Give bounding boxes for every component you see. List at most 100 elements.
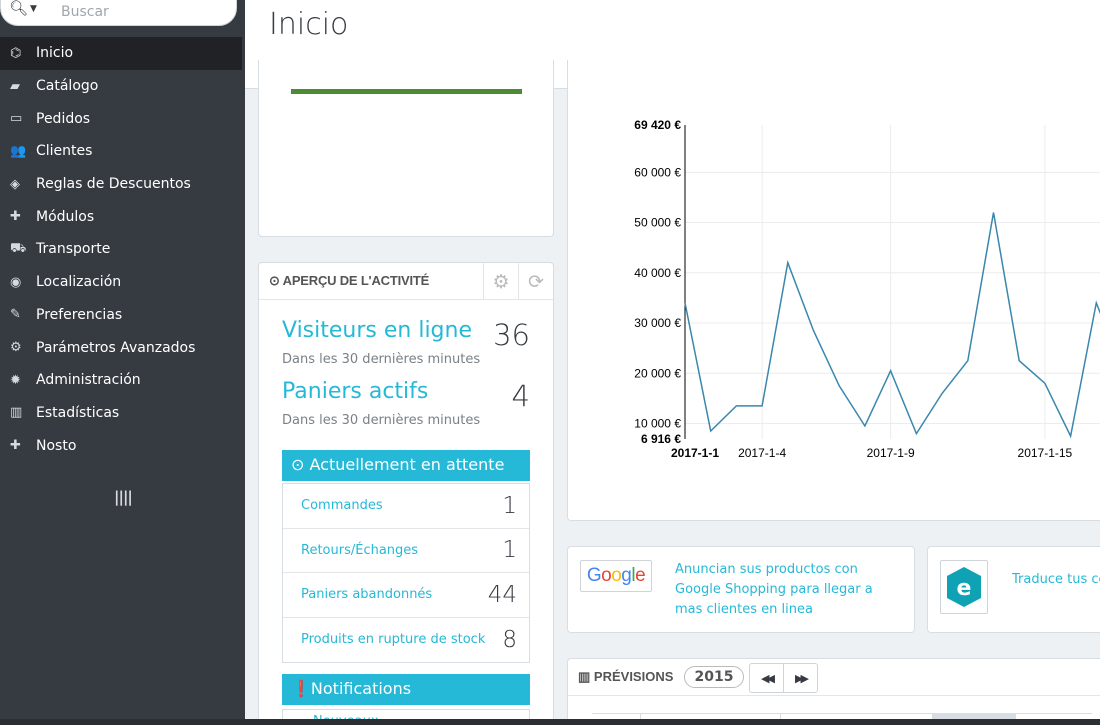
chart-x-tick-label: 2017-1-1	[671, 446, 719, 460]
activity-panel-header: ⊙ APERÇU DE L'ACTIVITÉ ⚙ ⟳	[259, 263, 553, 300]
book-icon: ▰	[10, 78, 20, 94]
notifications-section-header: ❗Notifications	[282, 674, 530, 705]
sidebar-item-9[interactable]: ⚙ Parámetros Avanzados	[0, 331, 245, 364]
pending-row-label: Commandes	[301, 498, 383, 514]
chart-x-tick-label: 2017-1-15	[1018, 446, 1073, 460]
chart-y-tick-label: 6 916 €	[641, 432, 681, 446]
visitors-online-value: 36	[493, 318, 530, 352]
activity-overview-panel: ⊙ APERÇU DE L'ACTIVITÉ ⚙ ⟳ Visiteurs en …	[258, 262, 554, 725]
chart-y-tick-label: 10 000 €	[634, 417, 681, 431]
sidebar-item-6[interactable]: ⛟ Transporte	[0, 233, 245, 266]
globe-icon: ◉	[10, 274, 22, 290]
search-input[interactable]	[61, 2, 221, 22]
search-box[interactable]: 🔍︎ ▼	[0, 0, 237, 26]
pending-section-header: ⊙ Actuellement en attente	[282, 450, 530, 481]
refresh-icon: ⟳	[528, 270, 544, 293]
sidebar-item-2[interactable]: ▭ Pedidos	[0, 102, 245, 135]
sidebar-item-label: Parámetros Avanzados	[36, 339, 196, 356]
sidebar-item-5[interactable]: ✚ Módulos	[0, 200, 245, 233]
clock-icon: ⊙	[269, 273, 280, 288]
pending-row-value: 8	[502, 626, 517, 653]
next-year-button[interactable]: ▶▶	[783, 663, 818, 693]
translation-logo-icon: e	[940, 560, 988, 614]
sidebar-item-12[interactable]: ✚ Nosto	[0, 429, 245, 462]
active-carts-subtitle: Dans les 30 dernières minutes	[282, 413, 481, 428]
forecast-panel-title: ▥ PRÉVISIONS	[578, 669, 674, 684]
active-carts-value: 4	[511, 379, 530, 413]
sidebar-item-label: Pedidos	[36, 110, 91, 127]
chart-y-tick-label: 20 000 €	[634, 366, 681, 380]
sidebar-item-label: Estadísticas	[36, 404, 120, 421]
tags-icon: ◈	[10, 176, 20, 192]
configure-button[interactable]: ⚙	[483, 263, 518, 300]
page-title: Inicio	[269, 7, 349, 42]
sidebar-item-label: Clientes	[36, 143, 93, 160]
sidebar-item-label: Nosto	[36, 437, 77, 454]
google-shopping-link[interactable]: Anuncian sus productos con Google Shoppi…	[675, 560, 895, 620]
sidebar-item-1[interactable]: ▰ Catálogo	[0, 70, 245, 103]
chart-y-tick-label: 69 420 €	[634, 118, 681, 132]
chart-x-tick-label: 2017-1-9	[867, 446, 915, 460]
search-icon[interactable]: 🔍︎ ▼	[9, 0, 37, 17]
bar-chart-icon: ▥	[10, 405, 23, 421]
main-nav: ⌬ Inicio ▰ Catálogo ▭ Pedidos 👥 Clientes ◈ Reglas…	[0, 37, 245, 462]
pending-row-value: 1	[502, 537, 517, 564]
sidebar-item-3[interactable]: 👥 Clientes	[0, 135, 245, 168]
wrench-icon: ✎	[10, 307, 21, 323]
sidebar-item-8[interactable]: ✎ Preferencias	[0, 299, 245, 332]
users-icon: 👥	[10, 143, 27, 159]
chart-y-tick-label: 60 000 €	[634, 165, 681, 179]
sidebar-item-label: Catálogo	[36, 78, 99, 95]
sidebar-item-0[interactable]: ⌬ Inicio	[0, 37, 242, 70]
pending-row-label: Retours/Échanges	[301, 542, 419, 558]
pending-row-value: 1	[502, 492, 517, 519]
pending-row-label: Produits en rupture de stock	[301, 632, 486, 648]
sidebar-item-label: Transporte	[36, 241, 111, 258]
pending-row-value: 44	[487, 581, 517, 608]
sidebar-item-label: Módulos	[36, 208, 95, 225]
cogs-icon: ⚙	[10, 340, 22, 356]
puzzle-icon: ✚	[10, 438, 21, 454]
backward-icon: ◀◀	[761, 671, 775, 685]
clock-icon: ⊙	[291, 455, 305, 474]
google-logo: Google	[580, 560, 652, 592]
bar-chart-icon: ▥	[578, 669, 591, 684]
translation-banner: e Traduce tus contenidos a todos los idi…	[927, 546, 1100, 633]
visitors-online-link[interactable]: Visiteurs en ligne	[282, 318, 472, 343]
sidebar-item-11[interactable]: ▥ Estadísticas	[0, 397, 245, 430]
sidebar-item-label: Preferencias	[36, 306, 123, 323]
credit-card-icon: ▭	[10, 111, 23, 127]
pending-list: Commandes 1 Retours/Échanges 1 Paniers aband…	[282, 483, 530, 663]
chart-y-tick-label: 40 000 €	[634, 266, 681, 280]
chart-y-tick-label: 30 000 €	[634, 316, 681, 330]
gear-icon: ⚙	[492, 270, 510, 293]
svg-text:e: e	[957, 576, 972, 601]
pending-row[interactable]: Paniers abandonnés 44	[283, 573, 529, 618]
sales-chart-panel: 69 420 € 60 000 € 50 000 € 40 000 € 30 000 €…	[567, 60, 1100, 521]
previous-year-button[interactable]: ◀◀	[749, 663, 784, 693]
forecast-year[interactable]: 2015	[684, 666, 744, 688]
sidebar-item-10[interactable]: ✹ Administración	[0, 364, 245, 397]
sidebar-item-label: Reglas de Descuentos	[36, 176, 191, 193]
chevron-down-icon: ▼	[30, 4, 37, 14]
chart-y-tick-label: 50 000 €	[634, 216, 681, 230]
pending-row[interactable]: Commandes 1	[283, 484, 529, 529]
taskbar	[0, 719, 1100, 725]
sidebar-item-label: Inicio	[36, 45, 74, 62]
collapse-menu-icon[interactable]: ||||	[114, 488, 133, 506]
activity-panel-title: ⊙ APERÇU DE L'ACTIVITÉ	[269, 273, 430, 288]
sidebar: 🔍︎▼ ⌬ Inicio ▰ Catálogo ▭ Pedidos 👥 Clientes ◈ Re…	[0, 0, 245, 725]
pending-row[interactable]: Produits en rupture de stock 8	[283, 618, 529, 663]
sidebar-item-7[interactable]: ◉ Localización	[0, 266, 245, 299]
pending-row[interactable]: Retours/Échanges 1	[283, 529, 529, 573]
active-carts-link[interactable]: Paniers actifs	[282, 379, 428, 404]
chart-x-tick-label: 2017-1-4	[738, 446, 786, 460]
exclamation-circle-icon: ❗	[291, 679, 311, 698]
sidebar-item-4[interactable]: ◈ Reglas de Descuentos	[0, 168, 245, 201]
refresh-button[interactable]: ⟳	[518, 263, 553, 300]
dashboard-icon: ⌬	[10, 45, 22, 61]
forecast-panel-header: ▥ PRÉVISIONS 2015 ◀◀ ▶▶	[568, 659, 1100, 696]
chart-series-line	[684, 212, 1100, 439]
translation-link[interactable]: Traduce tus contenidos a todos los idiom…	[1012, 570, 1100, 590]
cog-icon: ✹	[10, 372, 21, 388]
